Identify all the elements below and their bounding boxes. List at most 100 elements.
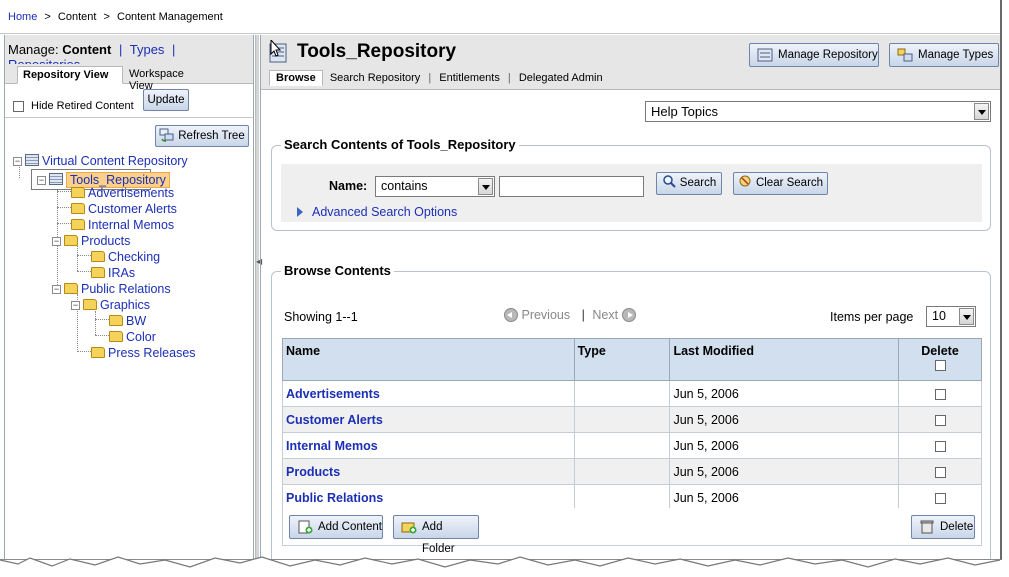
row-name-link[interactable]: Customer Alerts xyxy=(282,406,575,433)
refresh-tree-button[interactable]: Refresh Tree xyxy=(155,125,249,147)
advanced-search-link[interactable]: Advanced Search Options xyxy=(297,205,457,219)
tree-node-bw[interactable]: BW xyxy=(109,313,146,329)
tree-node-checking[interactable]: Checking xyxy=(91,249,160,265)
row-name-link[interactable]: Public Relations xyxy=(282,484,575,511)
help-topics-select[interactable]: Help Topics xyxy=(645,101,991,122)
table-row: Public Relations Jun 5, 2006 xyxy=(282,484,982,511)
repository-header: Tools_Repository Manage Repository Manag… xyxy=(261,35,1000,90)
refresh-icon xyxy=(159,128,174,142)
column-header-name[interactable]: Name xyxy=(282,338,575,381)
row-type xyxy=(573,458,671,485)
tree-node-press-releases[interactable]: Press Releases xyxy=(91,345,196,361)
tree-node-root[interactable]: − Virtual Content Repository xyxy=(13,153,188,169)
tree-node-iras[interactable]: IRAs xyxy=(91,265,135,281)
update-button[interactable]: Update xyxy=(143,89,189,111)
folder-icon xyxy=(71,203,85,214)
next-link[interactable]: Next xyxy=(592,308,618,322)
tree-line xyxy=(57,223,71,224)
panel-splitter[interactable]: ◀ xyxy=(255,35,262,559)
tab-separator: | xyxy=(507,72,511,84)
tree-line xyxy=(95,335,109,336)
table-row: Products Jun 5, 2006 xyxy=(282,458,982,485)
row-delete-checkbox[interactable] xyxy=(934,466,946,478)
row-delete-checkbox[interactable] xyxy=(934,388,946,400)
pager-separator: | xyxy=(581,308,585,322)
manage-repository-button[interactable]: Manage Repository xyxy=(749,43,879,67)
select-all-checkbox[interactable] xyxy=(934,360,946,372)
trash-icon xyxy=(920,520,934,534)
row-delete-checkbox[interactable] xyxy=(934,492,946,504)
previous-link[interactable]: Previous xyxy=(521,308,570,322)
contents-table: Name Type Last Modified Delete Advertise… xyxy=(282,338,982,511)
operator-select[interactable]: contains xyxy=(375,176,495,197)
folder-icon xyxy=(109,315,123,326)
column-header-type[interactable]: Type xyxy=(573,338,671,381)
collapse-toggle[interactable]: − xyxy=(71,301,80,310)
tab-browse[interactable]: Browse xyxy=(269,70,323,86)
manage-label: Manage: xyxy=(8,42,59,57)
folder-icon xyxy=(64,283,78,294)
tab-search-repository[interactable]: Search Repository xyxy=(326,70,425,86)
row-name-link[interactable]: Advertisements xyxy=(282,380,575,407)
tab-entitlements[interactable]: Entitlements xyxy=(435,70,504,86)
manage-types-link[interactable]: Types xyxy=(130,42,165,57)
row-delete-checkbox[interactable] xyxy=(934,414,946,426)
tree-line xyxy=(57,191,71,192)
table-row: Customer Alerts Jun 5, 2006 xyxy=(282,406,982,433)
tree-node-label: Press Releases xyxy=(108,346,196,360)
tree-node-internal-memos[interactable]: Internal Memos xyxy=(71,217,174,233)
clear-search-button[interactable]: Clear Search xyxy=(733,172,828,195)
row-delete-checkbox[interactable] xyxy=(934,440,946,452)
row-name-link[interactable]: Internal Memos xyxy=(282,432,575,459)
add-folder-button[interactable]: Add Folder xyxy=(393,515,479,555)
items-per-page-value: 10 xyxy=(932,309,946,323)
tree-node-products[interactable]: − Products xyxy=(52,233,130,249)
breadcrumb-content: Content xyxy=(57,11,97,23)
table-row: Advertisements Jun 5, 2006 xyxy=(282,380,982,407)
row-delete-cell xyxy=(898,458,982,485)
left-panel: Manage: Content | Types | Repositories R… xyxy=(4,35,254,559)
search-section-title: Search Contents of Tools_Repository xyxy=(281,137,519,152)
collapse-toggle[interactable]: − xyxy=(52,237,61,246)
folder-icon xyxy=(91,347,105,358)
tree-node-label: Virtual Content Repository xyxy=(42,154,188,168)
chevron-down-icon[interactable] xyxy=(959,308,974,325)
clear-search-icon xyxy=(739,175,751,187)
row-last-modified: Jun 5, 2006 xyxy=(669,458,900,485)
search-button[interactable]: Search xyxy=(656,172,722,195)
add-folder-icon xyxy=(401,522,417,534)
tab-workspace-view[interactable]: Workspace View xyxy=(124,66,214,92)
advanced-search-label: Advanced Search Options xyxy=(312,205,458,219)
delete-button[interactable]: Delete xyxy=(911,515,975,539)
row-type xyxy=(573,484,671,511)
next-arrow-icon xyxy=(621,308,636,322)
row-name-link[interactable]: Products xyxy=(282,458,575,485)
chevron-down-icon[interactable] xyxy=(478,178,493,195)
items-per-page-select[interactable]: 10 xyxy=(926,306,976,327)
collapse-toggle[interactable]: − xyxy=(52,285,61,294)
tree-node-advertisements[interactable]: Advertisements xyxy=(71,185,174,201)
add-content-button[interactable]: Add Content xyxy=(289,515,383,539)
tree-node-public-relations[interactable]: − Public Relations xyxy=(52,281,171,297)
folder-icon xyxy=(71,219,85,230)
manage-types-button[interactable]: Manage Types xyxy=(889,43,999,67)
tab-repository-view[interactable]: Repository View xyxy=(17,66,123,84)
collapse-toggle[interactable]: − xyxy=(37,176,46,185)
chevron-down-icon[interactable] xyxy=(974,103,989,120)
collapse-toggle[interactable]: − xyxy=(13,157,22,166)
breadcrumb-home-link[interactable]: Home xyxy=(8,11,37,23)
hide-retired-checkbox[interactable] xyxy=(13,101,24,112)
tree-node-customer-alerts[interactable]: Customer Alerts xyxy=(71,201,177,217)
search-input[interactable] xyxy=(499,176,644,197)
row-last-modified: Jun 5, 2006 xyxy=(669,432,900,459)
column-header-last-modified[interactable]: Last Modified xyxy=(669,338,900,381)
tab-delegated-admin[interactable]: Delegated Admin xyxy=(515,70,607,86)
folder-icon xyxy=(71,187,85,198)
browse-section: Browse Contents Showing 1--1 Previous | … xyxy=(271,263,991,559)
table-row: Internal Memos Jun 5, 2006 xyxy=(282,432,982,459)
row-delete-cell xyxy=(898,484,982,511)
repository-icon xyxy=(757,48,773,62)
tree-node-graphics[interactable]: − Graphics xyxy=(71,297,150,313)
folder-icon xyxy=(109,331,123,342)
tree-node-color[interactable]: Color xyxy=(109,329,156,345)
